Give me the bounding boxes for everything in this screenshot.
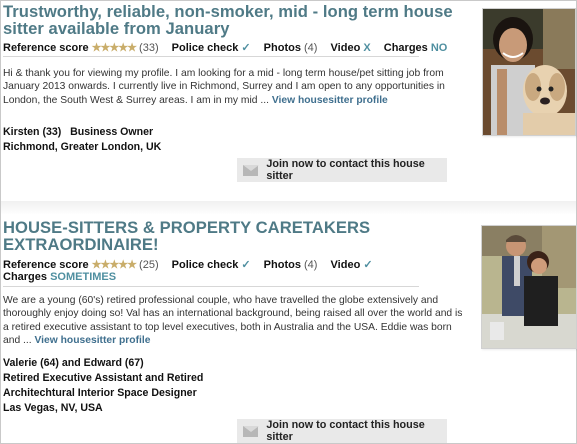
listing-title[interactable]: Trustworthy, reliable, non-smoker, mid -…	[3, 3, 473, 37]
charges-value: SOMETIMES	[50, 271, 117, 283]
contact-button-label: Join now to contact this house sitter	[266, 419, 425, 443]
sitter-occupation: Retired Executive Assistant and Retired	[3, 372, 204, 384]
video-label: Video	[330, 259, 361, 271]
sitter-location: Richmond, Greater London, UK	[3, 141, 162, 153]
title-line[interactable]: Trustworthy, reliable, non-smoker, mid -…	[3, 3, 473, 20]
envelope-icon	[243, 164, 260, 176]
couple-photo	[482, 226, 576, 348]
sitter-occupation: Architechtural Interior Space Designer	[3, 387, 197, 399]
video-unavailable-icon: X	[363, 42, 371, 54]
listing-separator	[1, 201, 576, 215]
sitter-occupation: Business Owner	[70, 126, 154, 138]
title-line[interactable]: EXTRAORDINAIRE!	[3, 236, 473, 253]
profile-photo-2[interactable]	[481, 225, 577, 349]
checkmark-icon: ✓	[241, 42, 251, 54]
listing-description: We are a young (60's) retired profession…	[3, 294, 471, 348]
view-profile-link[interactable]: View housesitter profile	[272, 95, 388, 106]
reference-score-label: Reference score	[3, 259, 89, 271]
view-profile-link[interactable]: View housesitter profile	[35, 335, 151, 346]
listing-meta-row: Reference score ★★★★★ (25) Police check …	[3, 258, 373, 271]
photos-label: Photos	[263, 42, 301, 54]
sitter-info: Valerie (64) and Edward (67) Retired Exe…	[3, 356, 203, 415]
listing-card-1: Trustworthy, reliable, non-smoker, mid -…	[1, 1, 576, 195]
charges-label: Charges	[3, 271, 48, 283]
star-rating-icon: ★★★★★	[91, 42, 137, 54]
divider	[3, 286, 419, 287]
envelope-icon	[243, 425, 260, 437]
video-label: Video	[330, 42, 361, 54]
title-line[interactable]: sitter available from January	[3, 20, 473, 37]
police-check-label: Police check	[171, 259, 239, 271]
photos-count: (4)	[304, 42, 318, 54]
checkmark-icon: ✓	[241, 259, 251, 271]
charges-label: Charges	[383, 42, 428, 54]
listing-description: Hi & thank you for viewing my profile. I…	[3, 67, 467, 107]
photos-label: Photos	[263, 259, 301, 271]
woman-with-dog-photo	[483, 9, 575, 135]
contact-button-label: Join now to contact this house sitter	[266, 158, 425, 182]
sitter-location: Las Vegas, NV, USA	[3, 402, 103, 414]
title-line[interactable]: HOUSE-SITTERS & PROPERTY CARETAKERS	[3, 219, 473, 236]
reference-count: (25)	[139, 259, 159, 271]
sitter-name: Valerie (64) and Edward (67)	[3, 357, 144, 369]
reference-score-label: Reference score	[3, 42, 89, 54]
photos-count: (4)	[304, 259, 318, 271]
police-check-label: Police check	[171, 42, 239, 54]
sitter-name: Kirsten (33)	[3, 126, 62, 138]
search-results-panel: Trustworthy, reliable, non-smoker, mid -…	[0, 0, 577, 444]
contact-sitter-button[interactable]: Join now to contact this house sitter	[237, 158, 447, 182]
contact-sitter-button[interactable]: Join now to contact this house sitter	[237, 419, 447, 443]
checkmark-icon: ✓	[363, 259, 373, 271]
divider	[3, 56, 419, 57]
listing-card-2: HOUSE-SITTERS & PROPERTY CARETAKERS EXTR…	[1, 215, 577, 443]
star-rating-icon: ★★★★★	[91, 259, 137, 271]
listing-meta-row-2: Charges SOMETIMES	[3, 271, 116, 283]
charges-value: NO	[430, 42, 448, 54]
reference-count: (33)	[139, 42, 159, 54]
listing-meta-row: Reference score ★★★★★ (33) Police check …	[3, 41, 447, 54]
sitter-info: Kirsten (33) Business Owner Richmond, Gr…	[3, 125, 161, 154]
profile-photo-1[interactable]	[482, 8, 576, 136]
listing-title[interactable]: HOUSE-SITTERS & PROPERTY CARETAKERS EXTR…	[3, 219, 473, 253]
